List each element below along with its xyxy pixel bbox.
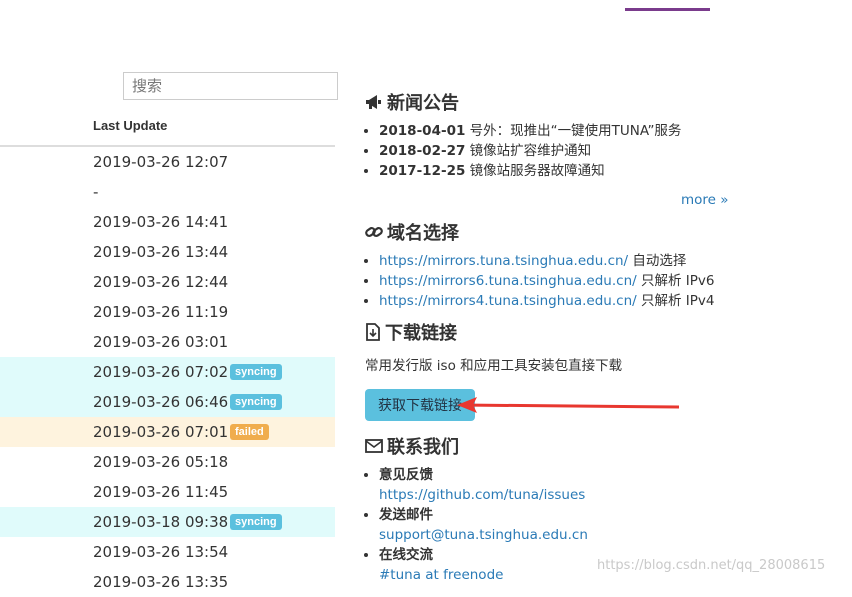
table-row: 2019-03-26 13:35: [0, 567, 335, 597]
contact-link[interactable]: https://github.com/tuna/issues: [379, 487, 585, 503]
more-news-link[interactable]: more »: [681, 192, 729, 208]
contact-link[interactable]: support@tuna.tsinghua.edu.cn: [379, 527, 588, 543]
download-title: 下载链接: [365, 319, 457, 345]
file-download-icon: [366, 323, 380, 341]
domain-note: 自动选择: [628, 253, 687, 269]
megaphone-icon: [366, 95, 381, 109]
last-update-cell: 2019-03-18 09:38: [93, 513, 229, 531]
contact-label: 意见反馈: [379, 467, 433, 483]
news-text: 镜像站服务器故障通知: [465, 163, 605, 179]
contact-title: 联系我们: [365, 433, 459, 459]
watermark: https://blog.csdn.net/qq_28008615: [597, 558, 826, 573]
last-update-cell: 2019-03-26 03:01: [93, 333, 229, 351]
contact-label: 在线交流: [379, 547, 433, 563]
annotation-arrow: [457, 397, 680, 413]
news-date: 2018-02-27: [379, 143, 466, 159]
table-row: 2019-03-26 03:01: [0, 327, 335, 357]
last-update-cell: 2019-03-26 11:19: [93, 303, 229, 321]
contact-list: 意见反馈 https://github.com/tuna/issues 发送邮件 s…: [365, 465, 588, 585]
last-update-cell: 2019-03-26 11:45: [93, 483, 229, 501]
last-update-cell: 2019-03-26 12:44: [93, 273, 229, 291]
table-row: 2019-03-18 09:38 syncing: [0, 507, 335, 537]
table-row: 2019-03-26 07:01 failed: [0, 417, 335, 447]
list-item: 在线交流 #tuna at freenode: [379, 545, 588, 585]
last-update-cell: 2019-03-26 07:02: [93, 363, 229, 381]
last-update-cell: 2019-03-26 13:54: [93, 543, 229, 561]
list-item[interactable]: 2018-02-27 镜像站扩容维护通知: [379, 141, 681, 161]
table-row: 2019-03-26 13:54: [0, 537, 335, 567]
list-item[interactable]: 2017-12-25 镜像站服务器故障通知: [379, 161, 681, 181]
table-row: 2019-03-26 07:02 syncing: [0, 357, 335, 387]
domain-link[interactable]: https://mirrors.tuna.tsinghua.edu.cn/: [379, 253, 628, 269]
status-badge: syncing: [230, 394, 282, 410]
contact-title-text: 联系我们: [387, 437, 459, 458]
list-item: https://mirrors6.tuna.tsinghua.edu.cn/ 只…: [379, 271, 714, 291]
table-row: 2019-03-26 06:46 syncing: [0, 387, 335, 417]
domain-title: 域名选择: [365, 219, 459, 245]
domain-list: https://mirrors.tuna.tsinghua.edu.cn/ 自动…: [365, 251, 714, 311]
mirror-table: 2019-03-26 12:07 - 2019-03-26 14:41 2019…: [0, 147, 335, 597]
last-update-cell: 2019-03-26 06:46: [93, 393, 229, 411]
news-list: 2018-04-01 号外：现推出“一键使用TUNA”服务 2018-02-27…: [365, 121, 681, 181]
contact-link[interactable]: #tuna at freenode: [379, 567, 503, 583]
status-badge: failed: [230, 424, 269, 440]
list-item: 意见反馈 https://github.com/tuna/issues: [379, 465, 588, 505]
last-update-cell: 2019-03-26 13:35: [93, 573, 229, 591]
last-update-cell: 2019-03-26 13:44: [93, 243, 229, 261]
download-title-text: 下载链接: [385, 323, 457, 344]
search-input[interactable]: [123, 72, 338, 100]
domain-note: 只解析 IPv6: [636, 273, 715, 289]
news-date: 2018-04-01: [379, 123, 466, 139]
table-row: 2019-03-26 12:07: [0, 147, 335, 177]
news-text: 镜像站扩容维护通知: [465, 143, 592, 159]
last-update-cell: 2019-03-26 05:18: [93, 453, 229, 471]
list-item: https://mirrors.tuna.tsinghua.edu.cn/ 自动…: [379, 251, 714, 271]
table-row: 2019-03-26 13:44: [0, 237, 335, 267]
last-update-cell: 2019-03-26 12:07: [93, 153, 229, 171]
table-row: 2019-03-26 12:44: [0, 267, 335, 297]
table-row: 2019-03-26 11:19: [0, 297, 335, 327]
link-icon: [365, 227, 383, 237]
status-badge: syncing: [230, 364, 282, 380]
list-item: https://mirrors4.tuna.tsinghua.edu.cn/ 只…: [379, 291, 714, 311]
last-update-cell: 2019-03-26 14:41: [93, 213, 229, 231]
domain-title-text: 域名选择: [387, 223, 459, 244]
domain-note: 只解析 IPv4: [636, 293, 715, 309]
news-date: 2017-12-25: [379, 163, 466, 179]
domain-link[interactable]: https://mirrors6.tuna.tsinghua.edu.cn/: [379, 273, 637, 289]
table-row: 2019-03-26 11:45: [0, 477, 335, 507]
news-title: 新闻公告: [365, 89, 459, 115]
last-update-header[interactable]: Last Update: [93, 118, 167, 133]
last-update-cell: -: [93, 183, 99, 201]
nav-active-indicator: [625, 8, 710, 11]
news-text: 号外：现推出“一键使用TUNA”服务: [465, 123, 682, 139]
list-item[interactable]: 2018-04-01 号外：现推出“一键使用TUNA”服务: [379, 121, 681, 141]
table-row: 2019-03-26 14:41: [0, 207, 335, 237]
last-update-cell: 2019-03-26 07:01: [93, 423, 229, 441]
list-item: 发送邮件 support@tuna.tsinghua.edu.cn: [379, 505, 588, 545]
contact-label: 发送邮件: [379, 507, 433, 523]
download-description: 常用发行版 iso 和应用工具安装包直接下载: [365, 358, 623, 374]
news-title-text: 新闻公告: [387, 93, 459, 114]
domain-link[interactable]: https://mirrors4.tuna.tsinghua.edu.cn/: [379, 293, 637, 309]
envelope-icon: [365, 439, 383, 453]
table-row: -: [0, 177, 335, 207]
status-badge: syncing: [230, 514, 282, 530]
table-row: 2019-03-26 05:18: [0, 447, 335, 477]
